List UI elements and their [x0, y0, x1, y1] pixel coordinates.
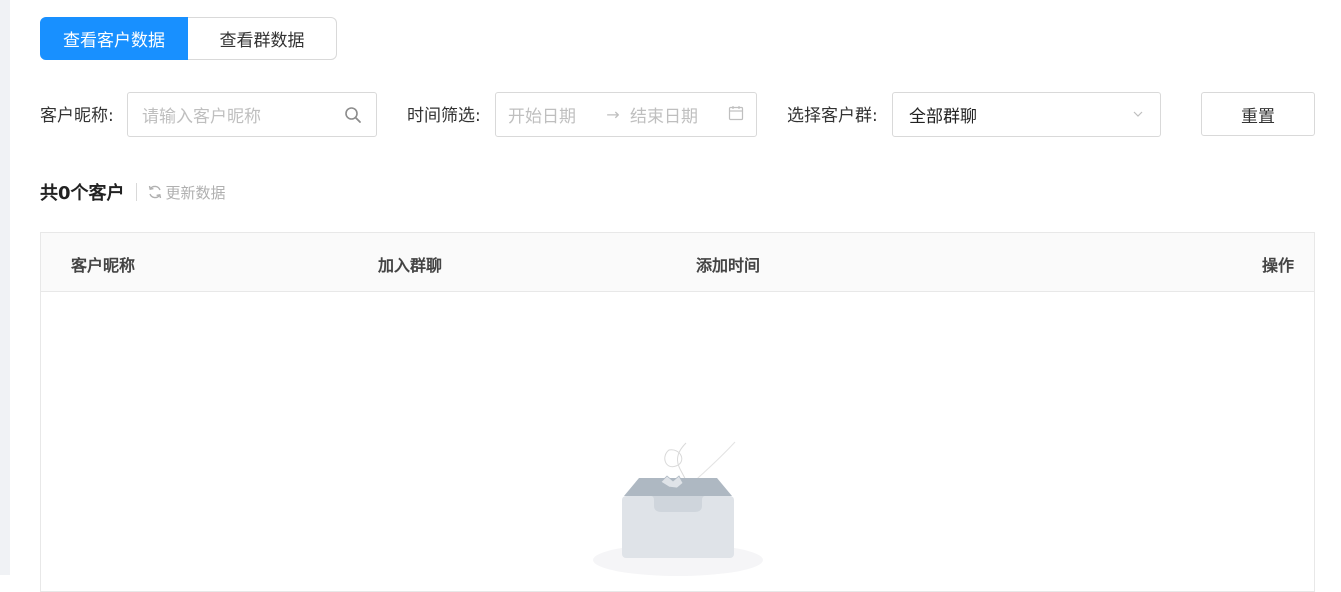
end-date-placeholder[interactable]: 结束日期 — [630, 102, 728, 127]
date-range-picker[interactable]: 开始日期 → 结束日期 — [495, 92, 757, 137]
customer-count: 共0个客户 — [40, 183, 125, 204]
column-header-added-time[interactable]: 添加时间 — [696, 252, 760, 276]
start-date-placeholder[interactable]: 开始日期 — [508, 102, 596, 127]
customer-table: 客户昵称 加入群聊 添加时间 操作 — [40, 232, 1315, 592]
calendar-icon[interactable] — [728, 105, 744, 125]
nickname-label: 客户昵称: — [40, 106, 114, 126]
nickname-input[interactable]: 请输入客户昵称 — [127, 92, 377, 137]
tab-customer-data[interactable]: 查看客户数据 — [40, 17, 188, 60]
time-filter-label: 时间筛选: — [407, 106, 481, 126]
reset-button[interactable]: 重置 — [1201, 92, 1315, 136]
view-tabs: 查看客户数据 查看群数据 — [40, 17, 337, 60]
column-header-nickname[interactable]: 客户昵称 — [71, 252, 135, 276]
refresh-data-button[interactable]: 更新数据 — [147, 182, 226, 203]
tab-group-data[interactable]: 查看群数据 — [188, 17, 337, 60]
refresh-icon — [148, 185, 161, 199]
nickname-placeholder: 请输入客户昵称 — [142, 107, 261, 127]
table-header: 客户昵称 加入群聊 添加时间 操作 — [41, 233, 1314, 292]
group-select[interactable]: 全部群聊 — [892, 92, 1161, 137]
search-icon[interactable] — [344, 106, 362, 124]
left-edge-strip — [0, 0, 10, 575]
summary-bar: 共0个客户 更新数据 — [40, 179, 226, 205]
group-select-label: 选择客户群: — [787, 106, 878, 126]
arrow-right-icon: → — [606, 105, 620, 124]
column-header-actions: 操作 — [1261, 256, 1294, 275]
summary-divider — [135, 183, 137, 201]
column-header-joined-group[interactable]: 加入群聊 — [378, 252, 442, 276]
refresh-label: 更新数据 — [165, 183, 226, 202]
empty-box-icon — [591, 438, 766, 582]
chevron-down-icon[interactable] — [1132, 105, 1144, 124]
group-select-value: 全部群聊 — [909, 107, 977, 127]
